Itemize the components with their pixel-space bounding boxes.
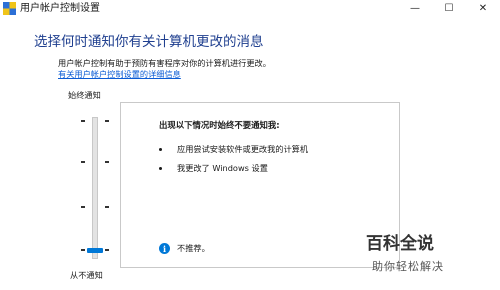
maximize-button[interactable]: ☐	[432, 0, 466, 17]
info-item-text: 我更改了 Windows 设置	[177, 163, 268, 173]
watermark-title: 百科全说	[366, 234, 434, 254]
watermark-subtitle: 助你轻松解决	[372, 260, 444, 273]
slider-tick	[105, 161, 109, 163]
slider-tick	[81, 206, 85, 208]
bullet-icon	[159, 148, 162, 151]
bullet-icon	[159, 167, 162, 170]
slider-tick	[105, 120, 109, 122]
settings-content: 选择何时通知你有关计算机更改的消息 用户帐户控制有助于预防有害程序对你的计算机进…	[0, 17, 500, 290]
slider-tick	[105, 249, 109, 251]
minimize-button[interactable]: —	[398, 0, 432, 17]
info-panel: 出现以下情况时始终不要通知我: 应用尝试安装软件或更改我的计算机 我更改了 Wi…	[120, 102, 400, 268]
recommendation-text: 不推荐。	[177, 243, 210, 253]
info-item-text: 应用尝试安装软件或更改我的计算机	[177, 144, 309, 154]
shield-icon	[3, 2, 16, 15]
window-title: 用户帐户控制设置	[20, 3, 100, 14]
slider-bottom-label: 从不通知	[70, 270, 103, 280]
slider-tick	[81, 161, 85, 163]
slider-top-label: 始终通知	[68, 90, 101, 100]
description-text: 用户帐户控制有助于预防有害程序对你的计算机进行更改。	[58, 58, 271, 68]
info-title: 出现以下情况时始终不要通知我:	[159, 120, 280, 130]
title-bar: 用户帐户控制设置 — ☐ ✕	[0, 0, 500, 17]
slider-tick	[81, 249, 85, 251]
info-icon: i	[159, 243, 170, 254]
slider-tick	[81, 120, 85, 122]
slider-tick	[105, 206, 109, 208]
learn-more-link[interactable]: 有关用户帐户控制设置的详细信息	[58, 69, 181, 80]
notification-slider-thumb[interactable]	[87, 248, 103, 253]
page-title: 选择何时通知你有关计算机更改的消息	[34, 34, 264, 50]
notification-slider-track[interactable]	[92, 117, 98, 259]
close-button[interactable]: ✕	[466, 0, 500, 17]
